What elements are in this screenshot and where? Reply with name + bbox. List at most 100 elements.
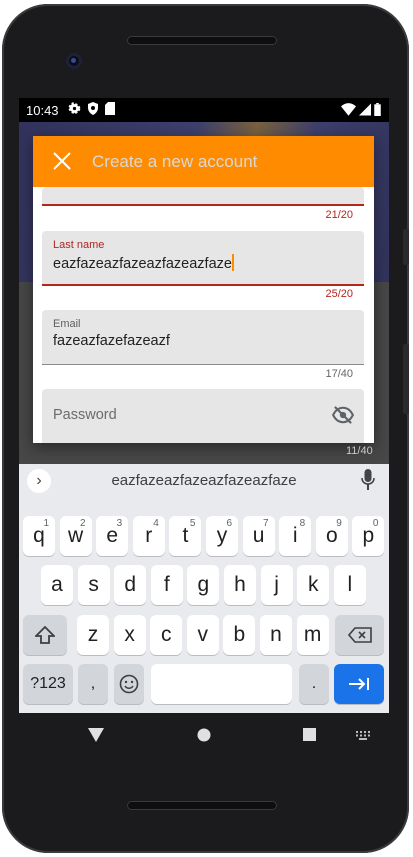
text-cursor: [231, 254, 234, 271]
last-name-field[interactable]: Last name eazfazeazfazeazfazeazfaze: [42, 231, 364, 286]
shield-icon: [88, 102, 98, 115]
key-o[interactable]: o9: [315, 516, 348, 556]
symbols-key[interactable]: ?123: [23, 664, 73, 704]
emoji-smiley-icon: [119, 674, 139, 694]
key-label: r: [145, 524, 153, 547]
next-field-key[interactable]: [334, 664, 384, 704]
field-underline: [42, 364, 364, 365]
key-z[interactable]: z: [77, 615, 109, 655]
key-label: t: [182, 524, 189, 547]
key-d[interactable]: d: [114, 565, 147, 605]
key-i[interactable]: i8: [279, 516, 312, 556]
key-c[interactable]: c: [150, 615, 183, 655]
close-icon[interactable]: [52, 151, 72, 171]
key-hint-number: 2: [80, 518, 86, 529]
dialog-header: Create a new account: [33, 136, 374, 187]
key-label: k: [307, 573, 319, 596]
field-underline: [42, 204, 364, 206]
key-e[interactable]: e3: [96, 516, 129, 556]
key-label: f: [163, 573, 170, 596]
key-label: l: [347, 573, 353, 596]
password-field[interactable]: Password: [42, 389, 364, 443]
dialog-title: Create a new account: [92, 152, 258, 171]
key-w[interactable]: w2: [59, 516, 92, 556]
key-b[interactable]: b: [223, 615, 256, 655]
cellular-signal-icon: [359, 103, 371, 116]
password-placeholder: Password: [53, 407, 117, 423]
last-name-label: Last name: [53, 239, 105, 251]
key-hint-number: 4: [153, 518, 159, 529]
suggestion-word[interactable]: eazfazeazfazeazfazeazfaze: [19, 472, 389, 489]
key-hint-number: 1: [43, 518, 49, 529]
key-s[interactable]: s: [77, 565, 110, 605]
key-label: m: [303, 623, 322, 646]
key-label: h: [234, 573, 246, 596]
background-counter: 11/40: [346, 445, 373, 457]
email-field[interactable]: Email fazeazfazefazeazf: [42, 310, 364, 365]
key-label: b: [233, 623, 246, 646]
key-label: v: [197, 623, 209, 646]
key-h[interactable]: h: [224, 565, 256, 605]
key-label: a: [51, 573, 63, 596]
volume-button: [403, 229, 409, 265]
key-p[interactable]: p0: [352, 516, 385, 556]
first-name-counter: 21/20: [325, 209, 353, 221]
top-speaker: [127, 36, 277, 45]
key-l[interactable]: l: [333, 565, 366, 605]
last-name-value: eazfazeazfazeazfazeazfaze: [53, 254, 234, 272]
tab-next-arrow-icon: [349, 678, 369, 690]
battery-icon: [374, 103, 381, 116]
key-y[interactable]: y6: [206, 516, 238, 556]
key-label: x: [124, 623, 135, 646]
key-x[interactable]: x: [113, 615, 146, 655]
key-label: i: [292, 524, 298, 547]
key-n[interactable]: n: [260, 615, 292, 655]
key-f[interactable]: f: [150, 565, 183, 605]
home-circle-icon[interactable]: [197, 728, 211, 742]
device-screen: 10:43 Create a new account 21/20 Last na…: [19, 98, 389, 713]
emoji-key[interactable]: [114, 664, 144, 704]
key-m[interactable]: m: [296, 615, 329, 655]
key-q[interactable]: q1: [23, 516, 55, 556]
key-g[interactable]: g: [187, 565, 220, 605]
status-time: 10:43: [26, 103, 59, 118]
key-label: n: [270, 623, 282, 646]
key-r[interactable]: r4: [132, 516, 165, 556]
email-counter: 17/40: [325, 368, 353, 380]
shift-arrow-icon: [35, 626, 55, 644]
key-j[interactable]: j: [260, 565, 293, 605]
key-u[interactable]: u7: [242, 516, 275, 556]
key-k[interactable]: k: [297, 565, 330, 605]
backspace-key[interactable]: [335, 615, 384, 655]
keyboard-switch-icon[interactable]: [356, 731, 370, 740]
backspace-icon: [347, 627, 372, 643]
key-label: c: [160, 623, 172, 646]
key-a[interactable]: a: [41, 565, 73, 605]
back-triangle-icon[interactable]: [88, 728, 104, 742]
period-key[interactable]: .: [299, 664, 329, 704]
email-value: fazeazfazefazeazf: [53, 333, 170, 349]
last-name-counter: 25/20: [325, 288, 353, 300]
field-underline: [42, 284, 364, 286]
suggestion-strip: › eazfazeazfazeazfazeazfaze: [19, 464, 389, 497]
microphone-icon[interactable]: [361, 469, 375, 491]
key-v[interactable]: v: [186, 615, 219, 655]
key-hint-number: 7: [263, 518, 269, 529]
key-hint-number: 0: [372, 518, 379, 529]
status-bar: 10:43: [19, 98, 389, 122]
visibility-off-icon[interactable]: [332, 406, 354, 424]
key-label: s: [88, 573, 99, 596]
create-account-dialog: Create a new account 21/20 Last name eaz…: [33, 136, 374, 443]
key-hint-number: 6: [226, 518, 232, 529]
key-hint-number: 5: [189, 518, 196, 529]
recents-square-icon[interactable]: [303, 728, 316, 741]
soft-keyboard: › eazfazeazfazeazfazeazfaze ?123 , . q1w…: [19, 464, 389, 713]
comma-key[interactable]: ,: [78, 664, 108, 704]
power-button: [403, 344, 409, 414]
first-name-field[interactable]: [42, 187, 364, 206]
key-t[interactable]: t5: [169, 516, 202, 556]
space-key[interactable]: [151, 664, 292, 704]
navigation-bar: [0, 713, 413, 757]
settings-gear-icon: [68, 102, 81, 114]
shift-key[interactable]: [23, 615, 67, 655]
